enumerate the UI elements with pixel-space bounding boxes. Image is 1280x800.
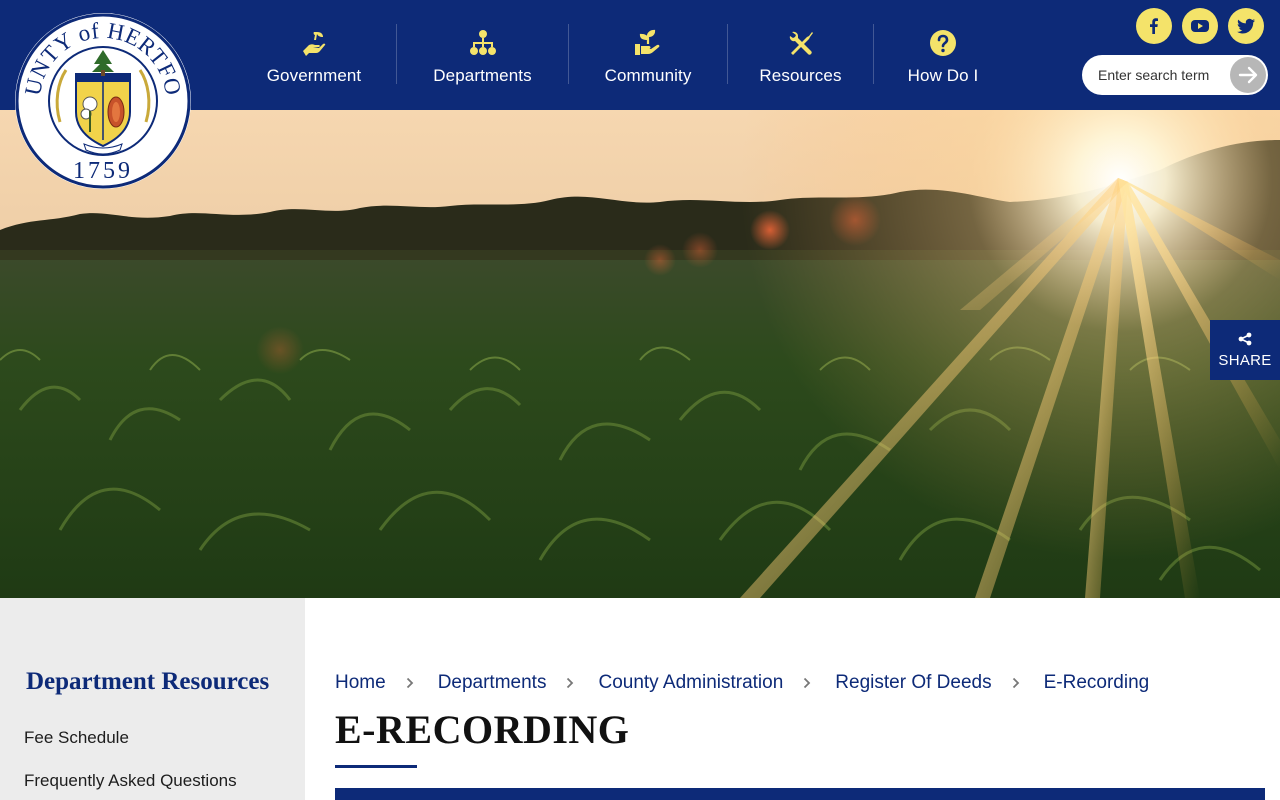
twitter-icon[interactable]	[1228, 8, 1264, 44]
chevron-right-icon	[803, 677, 811, 689]
chevron-right-icon	[1012, 677, 1020, 689]
share-button[interactable]: SHARE	[1210, 320, 1280, 380]
sidebar-link-fee-schedule[interactable]: Fee Schedule	[24, 728, 129, 748]
nav-community[interactable]: Community	[569, 24, 727, 86]
seal-year: 1759	[73, 158, 133, 184]
hero-image-cornfield	[0, 110, 1280, 598]
hands-sprout-icon	[633, 28, 663, 58]
nav-departments[interactable]: Departments	[397, 24, 568, 86]
org-chart-icon	[468, 28, 498, 58]
breadcrumb-county-administration[interactable]: County Administration	[598, 672, 783, 694]
nav-label: Community	[604, 66, 692, 85]
tools-icon	[786, 28, 816, 58]
breadcrumb-register-of-deeds[interactable]: Register Of Deeds	[835, 672, 991, 694]
search-submit-button[interactable]	[1230, 57, 1266, 93]
breadcrumb-home[interactable]: Home	[335, 672, 386, 694]
share-icon	[1238, 332, 1252, 345]
main-nav: Government Departments Community Resourc…	[232, 24, 1012, 86]
chevron-right-icon	[406, 677, 414, 689]
sidebar-link-faq[interactable]: Frequently Asked Questions	[24, 771, 237, 791]
search-box	[1082, 55, 1268, 95]
question-icon	[928, 28, 958, 58]
nav-label: How Do I	[907, 66, 979, 85]
arrow-right-icon	[1238, 66, 1258, 84]
social-links	[1136, 8, 1264, 44]
sidebar-title: Department Resources	[26, 668, 270, 695]
nav-how-do-i[interactable]: How Do I	[874, 24, 1012, 86]
page-title: E-RECORDING	[335, 707, 630, 752]
nav-label: Resources	[759, 66, 842, 85]
nav-label: Government	[266, 66, 362, 85]
nav-label: Departments	[433, 66, 532, 85]
nav-resources[interactable]: Resources	[728, 24, 873, 86]
content-header-bar	[335, 788, 1265, 800]
nav-government[interactable]: Government	[232, 24, 396, 86]
share-label: SHARE	[1218, 351, 1272, 369]
hand-plant-icon	[299, 28, 329, 58]
search-input[interactable]	[1082, 55, 1226, 95]
site-header: Government Departments Community Resourc…	[0, 0, 1280, 110]
youtube-icon[interactable]	[1182, 8, 1218, 44]
breadcrumb-e-recording[interactable]: E-Recording	[1044, 672, 1150, 694]
title-underline	[335, 765, 417, 768]
breadcrumb-departments[interactable]: Departments	[438, 672, 547, 694]
facebook-icon[interactable]	[1136, 8, 1172, 44]
department-resources-sidebar: Department Resources Fee Schedule Freque…	[0, 598, 305, 800]
chevron-right-icon	[566, 677, 574, 689]
breadcrumb: Home Departments County Administration R…	[335, 672, 1149, 694]
county-seal-logo[interactable]: COUNTY of HERTFORD 1759	[5, 0, 192, 190]
